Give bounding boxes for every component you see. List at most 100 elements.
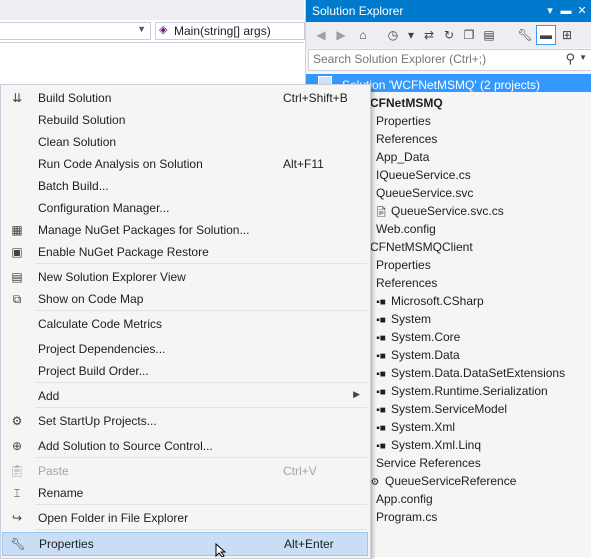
menu-item-label: Run Code Analysis on Solution — [38, 157, 203, 171]
menu-item-manage-nuget-packages-for-solution[interactable]: ▦ Manage NuGet Packages for Solution... — [2, 219, 368, 241]
menu-item-set-startup-projects[interactable]: ⚙ Set StartUp Projects... — [2, 410, 368, 432]
member-dropdown[interactable]: ◈ Main(string[] args) — [155, 22, 305, 40]
tree-node[interactable]: ▪■ System.ServiceModel — [374, 400, 507, 418]
tree-node[interactable]: ▪■ System.Data.DataSetExtensions — [374, 364, 565, 382]
tree-node[interactable]: ▪■ Microsoft.CSharp — [374, 292, 484, 310]
tree-node[interactable]: App_Data — [376, 148, 429, 166]
tree-node-label: References — [376, 132, 438, 146]
menu-item-clean-solution[interactable]: Clean Solution — [2, 131, 368, 153]
show-all-files-icon[interactable]: ▤ — [480, 26, 498, 44]
tree-node[interactable]: ▪■ System.Xml.Linq — [374, 436, 481, 454]
tree-node-label: System.Xml — [391, 420, 456, 434]
menu-item-label: Add Solution to Source Control... — [38, 439, 213, 453]
tree-node[interactable]: QueueService.svc — [376, 184, 473, 202]
menu-item-label: Project Dependencies... — [38, 342, 166, 356]
menu-item-label: Build Solution — [38, 91, 112, 105]
search-icon[interactable]: ⚲ — [565, 51, 575, 67]
tree-node[interactable]: Program.cs — [376, 508, 437, 526]
menu-item-label: Show on Code Map — [38, 292, 144, 306]
tree-node-label: App.config — [376, 492, 433, 506]
refresh-icon[interactable]: ↻ — [440, 26, 458, 44]
menu-item-label: Batch Build... — [38, 179, 109, 193]
menu-item-paste[interactable]: 📋︎ Paste Ctrl+V — [2, 460, 368, 482]
tree-node-label: System.Runtime.Serialization — [391, 384, 548, 398]
tree-node[interactable]: IQueueService.cs — [376, 166, 471, 184]
tree-node-label: Properties — [376, 258, 431, 272]
menu-item-shortcut: Ctrl+V — [283, 464, 317, 478]
tree-node[interactable]: ▪■ System — [374, 310, 431, 328]
menu-item-run-code-analysis-on-solution[interactable]: Run Code Analysis on Solution Alt+F11 — [2, 153, 368, 175]
menu-item-add[interactable]: Add ▶ — [2, 385, 368, 407]
menu-item-label: Clean Solution — [38, 135, 117, 149]
forward-icon[interactable]: ▶ — [332, 26, 350, 44]
tree-node[interactable]: Web.config — [376, 220, 436, 238]
menu-item-build-solution[interactable]: ⇊ Build Solution Ctrl+Shift+B — [2, 87, 368, 109]
mouse-cursor-icon — [215, 543, 227, 557]
tree-node[interactable]: ▪■ System.Data — [374, 346, 460, 364]
menu-item-rename[interactable]: ⌶ Rename — [2, 482, 368, 504]
menu-item-calculate-code-metrics[interactable]: Calculate Code Metrics — [2, 313, 368, 335]
method-icon: ◈ — [159, 24, 168, 36]
tree-node-label: System.Data — [391, 348, 460, 362]
menu-item-shortcut: Ctrl+Shift+B — [283, 91, 348, 105]
sync-icon[interactable]: ⇄ — [420, 26, 438, 44]
menu-item-label: Enable NuGet Package Restore — [38, 245, 209, 259]
tree-node[interactable]: Solution 'WCFNetMSMQ' (2 projects) — [342, 76, 540, 94]
tree-node[interactable]: References — [376, 274, 437, 292]
collapse-all-icon[interactable]: ❐ — [460, 26, 478, 44]
menu-item-enable-nuget-package-restore[interactable]: ▣ Enable NuGet Package Restore — [2, 241, 368, 263]
back-icon[interactable]: ◀ — [312, 26, 330, 44]
tree-node[interactable]: CFNetMSMQClient — [370, 238, 473, 256]
search-input[interactable] — [313, 52, 553, 66]
chevron-down-icon[interactable]: ▼ — [579, 53, 587, 62]
tree-node-label: CFNetMSMQ — [370, 96, 443, 110]
menu-item-add-solution-to-source-control[interactable]: ⊕ Add Solution to Source Control... — [2, 435, 368, 457]
tree-node[interactable]: Properties — [376, 256, 431, 274]
properties-icon[interactable]: 🔧︎ — [516, 26, 534, 44]
menu-item-rebuild-solution[interactable]: Rebuild Solution — [2, 109, 368, 131]
tree-node-label: References — [376, 276, 438, 290]
tree-node[interactable]: ▪■ System.Core — [374, 328, 460, 346]
nuget-icon: ▦ — [11, 223, 23, 237]
close-icon[interactable]: ✕ — [574, 3, 590, 19]
menu-item-label: Project Build Order... — [38, 364, 149, 378]
tree-node[interactable]: CFNetMSMQ — [370, 94, 443, 112]
tree-node[interactable]: ▪■ System.Runtime.Serialization — [374, 382, 548, 400]
search-box[interactable]: ⚲ ▼ — [308, 49, 591, 71]
menu-item-batch-build[interactable]: Batch Build... — [2, 175, 368, 197]
navigation-bar: ▼ ◈ Main(string[] args) — [0, 20, 305, 43]
tree-node-label: IQueueService.cs — [376, 168, 471, 182]
tree-node[interactable]: Service References — [376, 454, 481, 472]
home-icon[interactable]: ⌂ — [354, 26, 372, 44]
tree-node[interactable]: Properties — [376, 112, 431, 130]
menu-item-project-build-order[interactable]: Project Build Order... — [2, 360, 368, 382]
menu-item-open-folder-in-file-explorer[interactable]: ↪ Open Folder in File Explorer — [2, 507, 368, 529]
tree-node[interactable]: ⚙ QueueServiceReference — [368, 472, 517, 490]
menu-item-configuration-manager[interactable]: Configuration Manager... — [2, 197, 368, 219]
auto-hide-pin-icon[interactable]: ▬ — [558, 3, 574, 19]
menu-separator — [35, 457, 367, 458]
window-position-icon[interactable]: ▾ — [542, 3, 558, 19]
menu-item-show-on-code-map[interactable]: ⧉ Show on Code Map — [2, 288, 368, 310]
tree-node[interactable]: ▪■ System.Xml — [374, 418, 455, 436]
tree-node-label: Solution 'WCFNetMSMQ' (2 projects) — [342, 78, 540, 92]
menu-item-new-solution-explorer-view[interactable]: ▤ New Solution Explorer View — [2, 266, 368, 288]
chevron-down-icon[interactable]: ▾ — [402, 26, 420, 44]
menu-separator — [35, 407, 367, 408]
tree-node[interactable]: References — [376, 130, 437, 148]
menu-item-project-dependencies[interactable]: Project Dependencies... — [2, 338, 368, 360]
build-icon: ⇊ — [11, 91, 23, 105]
panel-title: Solution Explorer — [312, 4, 404, 18]
tree-node-label: Program.cs — [376, 510, 438, 524]
solution-context-menu: ⇊ Build Solution Ctrl+Shift+B Rebuild Solut… — [0, 84, 371, 559]
menu-item-label: Paste — [38, 464, 69, 478]
tree-node-label: Web.config — [376, 222, 436, 236]
history-icon[interactable]: ◷ — [384, 26, 402, 44]
package-restore-icon: ▣ — [11, 245, 23, 259]
menu-item-properties[interactable]: 🔧︎ Properties Alt+Enter — [2, 532, 368, 556]
tree-node[interactable]: 📄︎ QueueService.svc.cs — [374, 202, 504, 220]
class-view-icon[interactable]: ⊞ — [558, 26, 576, 44]
tree-node[interactable]: App.config — [376, 490, 433, 508]
preview-selected-icon[interactable]: ▬ — [536, 25, 556, 45]
type-dropdown[interactable]: ▼ — [0, 22, 151, 40]
